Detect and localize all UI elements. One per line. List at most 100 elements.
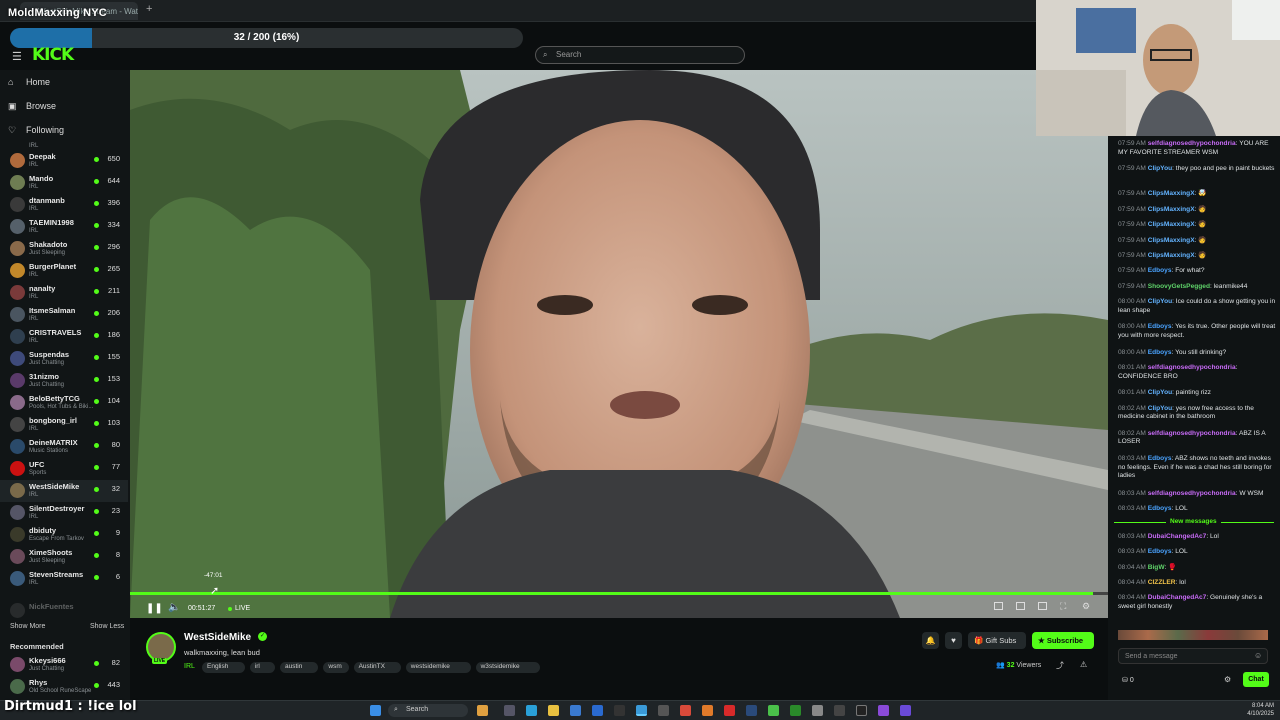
sidebar-channel[interactable]: 31nizmo Just Chatting 153 (0, 370, 128, 392)
chat-username[interactable]: ClipYou (1148, 389, 1172, 396)
chat-username[interactable]: ClipYou (1148, 165, 1172, 172)
taskbar-app-sheet-icon[interactable] (812, 705, 823, 716)
sidebar-channel[interactable]: BeloBettyTCG Pools, Hot Tubs & Biki... 104 (0, 392, 128, 414)
settings-icon[interactable]: ⚙ (1082, 601, 1090, 612)
sidebar-channel[interactable]: XimeShoots Just Sleeping 8 (0, 546, 128, 568)
chat-username[interactable]: ClipYou (1148, 405, 1172, 412)
nav-item-following[interactable]: ♡ Following (8, 122, 64, 138)
sidebar-channel[interactable]: DeineMATRIX Music Stations 80 (0, 436, 128, 458)
pause-icon[interactable]: ❚❚ (146, 603, 163, 614)
stream-tag[interactable]: AustinTX (353, 662, 401, 673)
new-tab-icon[interactable]: + (146, 3, 152, 15)
chat-username[interactable]: BigW (1148, 564, 1165, 571)
chat-username[interactable]: selfdiagnosedhypochondria (1148, 140, 1236, 147)
taskbar-app-green-icon[interactable] (768, 705, 779, 716)
chat-settings-icon[interactable]: ⚙ (1224, 675, 1231, 684)
taskbar-app-blue-icon[interactable] (592, 705, 603, 716)
taskbar-app-store-icon[interactable] (570, 705, 581, 716)
gift-subs-button[interactable]: 🎁 Gift Subs (968, 632, 1026, 649)
stream-tag[interactable]: wsm (323, 662, 349, 673)
chat-username[interactable]: CIZZLER (1148, 579, 1176, 586)
sidebar-channel[interactable]: UFC Sports 77 (0, 458, 128, 480)
clip-icon[interactable] (1038, 602, 1047, 610)
taskbar-app-xbox-icon[interactable] (790, 705, 801, 716)
stream-tag[interactable]: austin (280, 662, 319, 673)
chat-username[interactable]: Edboys (1148, 455, 1172, 462)
chat-username[interactable]: Edboys (1148, 548, 1172, 555)
channel-name[interactable]: WestSideMike (184, 632, 251, 643)
nav-item-home[interactable]: ⌂ Home (8, 74, 50, 90)
volume-icon[interactable]: 🔈 (168, 602, 180, 613)
taskbar-app-chrome-icon[interactable] (680, 705, 691, 716)
taskbar-app-browser-icon[interactable] (636, 705, 647, 716)
nav-item-browse[interactable]: ▣ Browse (8, 98, 56, 114)
taskbar-app-purple-icon[interactable] (878, 705, 889, 716)
search-input[interactable]: ⌕ Search (535, 46, 745, 64)
taskbar-app-orange-icon[interactable] (702, 705, 713, 716)
sidebar-channel[interactable]: SilentDestroyer IRL 23 (0, 502, 128, 524)
menu-icon[interactable]: ☰ (12, 50, 22, 63)
show-more-link[interactable]: Show More (10, 623, 45, 630)
share-icon[interactable]: ⤴ (1056, 660, 1064, 671)
chat-username[interactable]: Edboys (1148, 505, 1172, 512)
chat-username[interactable]: ClipsMaxxingX (1148, 190, 1195, 197)
chat-username[interactable]: ClipsMaxxingX (1148, 252, 1195, 259)
taskbar-app-dark-icon[interactable] (614, 705, 625, 716)
sidebar-channel[interactable]: Rhys Old School RuneScape 443 (0, 676, 128, 698)
taskbar-app-youtube-icon[interactable] (724, 705, 735, 716)
taskbar-search[interactable]: ⌕ Search (388, 704, 468, 717)
chat-username[interactable]: ClipYou (1148, 298, 1172, 305)
chat-input[interactable]: Send a message (1118, 648, 1268, 664)
subscribe-button[interactable]: ★ Subscribe (1032, 632, 1094, 649)
seek-bar[interactable] (130, 592, 1108, 595)
sidebar-channel[interactable]: WestSideMike IRL 32 (0, 480, 128, 502)
stream-tag[interactable]: English (202, 662, 245, 673)
taskbar-app-calc-icon[interactable] (658, 705, 669, 716)
fullscreen-icon[interactable]: ⛶ (1060, 601, 1066, 612)
live-label[interactable]: LIVE (235, 605, 250, 612)
sidebar-channel[interactable]: Deepak IRL 650 (0, 150, 128, 172)
windows-start-icon[interactable] (370, 705, 381, 716)
sidebar-channel[interactable]: StevenStreams IRL 6 (0, 568, 128, 590)
miniplayer-icon[interactable] (1016, 602, 1025, 610)
report-icon[interactable]: ⚠ (1080, 660, 1087, 669)
notify-bell-icon[interactable]: 🔔 (922, 632, 939, 649)
chat-username[interactable]: Edboys (1148, 267, 1172, 274)
chat-username[interactable]: DubaiChangedAc7 (1148, 533, 1207, 540)
follow-heart-icon[interactable]: ♥ (945, 632, 962, 649)
taskbar-app-edge-icon[interactable] (526, 705, 537, 716)
stream-tag[interactable]: irl (249, 662, 275, 673)
chat-username[interactable]: ClipsMaxxingX (1148, 237, 1195, 244)
sidebar-channel[interactable]: TAEMIN1998 IRL 334 (0, 216, 128, 238)
video-player[interactable] (130, 70, 1108, 618)
theater-icon[interactable] (994, 602, 1003, 610)
taskbar-app-obs-icon[interactable] (834, 705, 845, 716)
sidebar-channel[interactable]: Shakadoto Just Sleeping 296 (0, 238, 128, 260)
chat-send-button[interactable]: Chat (1243, 672, 1269, 687)
category-link[interactable]: IRL (184, 663, 195, 670)
chat-username[interactable]: ShoovyGetsPegged (1148, 283, 1210, 290)
chat-username[interactable]: Edboys (1148, 349, 1172, 356)
show-less-link[interactable]: Show Less (90, 623, 124, 630)
taskbar-app-capcut-icon[interactable] (856, 705, 867, 716)
taskbar-app-violet-icon[interactable] (900, 705, 911, 716)
taskbar-app-taskview-icon[interactable] (504, 705, 515, 716)
taskbar-app-widget-icon[interactable] (477, 705, 488, 716)
stream-tag[interactable]: w3stsidemike (475, 662, 541, 673)
chat-username[interactable]: DubaiChangedAc7 (1148, 594, 1207, 601)
sidebar-channel[interactable]: ItsmeSalman IRL 206 (0, 304, 128, 326)
sidebar-channel[interactable]: dtanmanb IRL 396 (0, 194, 128, 216)
stream-tag[interactable]: westsidemike (405, 662, 471, 673)
kick-logo[interactable]: KICK (32, 45, 74, 65)
sidebar-channel[interactable]: Mando IRL 644 (0, 172, 128, 194)
taskbar-app-folder-icon[interactable] (548, 705, 559, 716)
taskbar-app-steam-icon[interactable] (746, 705, 757, 716)
sidebar-channel[interactable]: Kkeysi666 Just Chatting 82 (0, 654, 128, 676)
tray-clock[interactable]: 8:04 AM 4/10/2025 (1226, 702, 1274, 718)
sidebar-channel[interactable]: CRISTRAVELS IRL 186 (0, 326, 128, 348)
chat-username[interactable]: selfdiagnosedhypochondria (1148, 364, 1236, 371)
chat-username[interactable]: selfdiagnosedhypochondria (1148, 430, 1236, 437)
chat-username[interactable]: Edboys (1148, 323, 1172, 330)
chat-username[interactable]: selfdiagnosedhypochondria (1148, 490, 1236, 497)
sidebar-channel[interactable]: bongbong_irl IRL 103 (0, 414, 128, 436)
